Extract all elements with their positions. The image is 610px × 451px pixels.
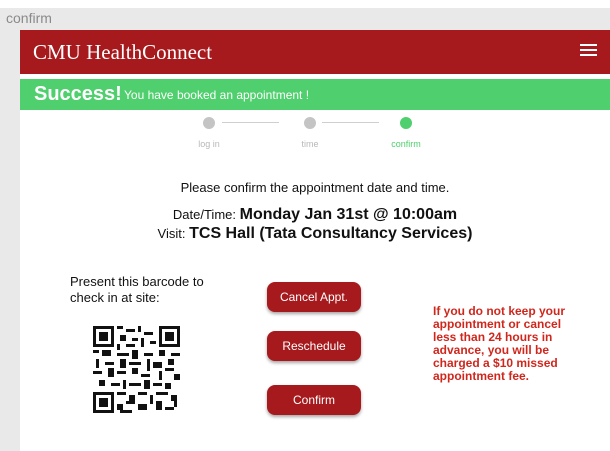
app-title: CMU HealthConnect xyxy=(33,40,213,64)
confirm-button[interactable]: Confirm xyxy=(267,385,361,415)
step-label-time: time xyxy=(301,139,319,149)
app-header: CMU HealthConnect xyxy=(20,30,610,74)
step-connector xyxy=(222,122,279,123)
step-dot-login xyxy=(203,117,215,129)
step-dot-confirm xyxy=(400,117,412,129)
progress-stepper: log in time confirm xyxy=(20,116,610,156)
reschedule-button[interactable]: Reschedule xyxy=(267,331,361,361)
confirm-prompt: Please confirm the appointment date and … xyxy=(180,180,450,195)
datetime-value: Monday Jan 31st @ 10:00am xyxy=(239,206,458,223)
missed-appointment-warning: If you do not keep your appointment or c… xyxy=(433,304,566,383)
step-connector xyxy=(322,122,379,123)
qr-code-icon xyxy=(93,326,180,413)
app-window: CMU HealthConnect Success! You have book… xyxy=(20,30,610,451)
barcode-instruction: Present this barcode to check in at site… xyxy=(70,274,204,305)
step-label-confirm: confirm xyxy=(391,139,421,149)
hamburger-menu-icon[interactable] xyxy=(580,44,597,57)
top-strip xyxy=(0,0,610,8)
datetime-label: Date/Time: xyxy=(172,207,236,222)
visit-value: TCS Hall (Tata Consultancy Services) xyxy=(189,225,473,242)
visit-label: Visit: xyxy=(157,226,186,241)
step-label-login: log in xyxy=(198,139,220,149)
visit-row: Visit: TCS Hall (Tata Consultancy Servic… xyxy=(20,225,610,243)
datetime-row: Date/Time: Monday Jan 31st @ 10:00am xyxy=(20,206,610,224)
step-dot-time xyxy=(304,117,316,129)
alert-message: You have booked an appointment ! xyxy=(124,88,310,102)
frame-label: confirm xyxy=(6,10,52,26)
alert-title: Success! xyxy=(34,83,122,105)
success-alert: Success! You have booked an appointment … xyxy=(20,79,610,110)
cancel-appointment-button[interactable]: Cancel Appt. xyxy=(267,282,361,312)
